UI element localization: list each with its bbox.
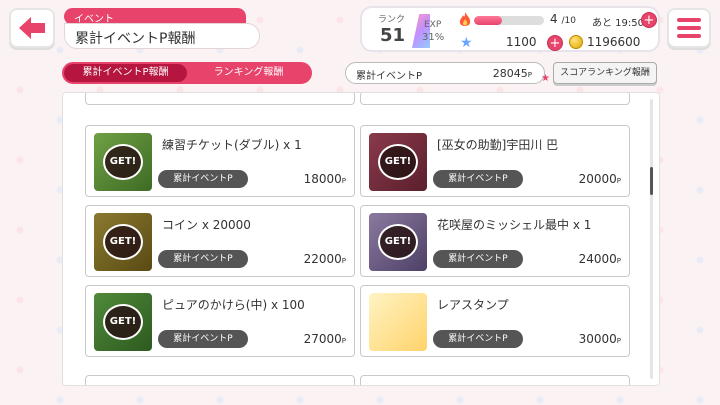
required-points: 22000P — [303, 252, 346, 266]
reward-name: コイン x 20000 — [162, 218, 251, 232]
stamina-current: 4 — [550, 12, 558, 26]
get-badge: GET! — [378, 224, 418, 260]
reward-card[interactable]: レアスタンプ 累計イベントP 30000P — [360, 285, 630, 357]
stamina-max: /10 — [561, 16, 576, 26]
rank-value: 51 — [380, 25, 406, 46]
exp-label: EXP — [424, 20, 442, 30]
stamina-fill — [474, 16, 502, 25]
player-status-panel: ランク 51 EXP 31% 4 /10 あと 19:50 + ★ 1100 +… — [360, 6, 660, 52]
list-item-partial — [85, 375, 355, 385]
coin-icon — [569, 35, 583, 49]
requirement-pill: 累計イベントP — [158, 250, 248, 268]
required-points: 18000P — [303, 172, 346, 186]
event-points-box: 累計イベントP 28045P ★ — [345, 62, 550, 84]
reward-card[interactable]: GET! [巫女の助勤]宇田川 巴 累計イベントP 20000P — [360, 125, 630, 197]
character-card-icon: GET! — [369, 133, 427, 191]
list-item-partial — [85, 93, 355, 105]
reward-tabs: 累計イベントP報酬 ランキング報酬 — [62, 62, 312, 84]
stamina-count: 4 /10 — [550, 12, 576, 26]
scroll-thumb[interactable] — [650, 167, 653, 195]
requirement-pill: 累計イベントP — [158, 330, 248, 348]
reward-name: [巫女の助勤]宇田川 巴 — [437, 138, 559, 152]
shard-icon: GET! — [94, 293, 152, 351]
requirement-pill: 累計イベントP — [433, 250, 523, 268]
page-title-box: イベント 累計イベントP報酬 — [64, 8, 260, 50]
coin-icon: GET! — [94, 213, 152, 271]
required-points: 30000P — [578, 332, 621, 346]
get-badge: GET! — [103, 224, 143, 260]
recovery-timer: あと 19:50 — [592, 18, 644, 29]
flame-icon — [459, 12, 471, 26]
menu-line — [677, 34, 701, 38]
required-points: 24000P — [578, 252, 621, 266]
star-count: 1100 — [506, 35, 537, 49]
requirement-pill: 累計イベントP — [433, 330, 523, 348]
page-title: 累計イベントP報酬 — [64, 23, 260, 49]
points-label: 累計イベントP — [356, 71, 423, 82]
star-icon: ★ — [541, 73, 550, 84]
reward-name: 練習チケット(ダブル) x 1 — [162, 138, 302, 152]
reward-card[interactable]: GET! 練習チケット(ダブル) x 1 累計イベントP 18000P — [85, 125, 355, 197]
tab-ranking[interactable]: ランキング報酬 — [187, 64, 310, 82]
stamp-icon — [369, 293, 427, 351]
exp-percent: 31% — [422, 32, 445, 43]
required-points: 27000P — [303, 332, 346, 346]
stamina-bar — [474, 16, 544, 25]
back-button[interactable] — [9, 8, 55, 48]
rank-label: ランク — [378, 15, 406, 25]
score-ranking-reward-button[interactable]: スコアランキング報酬 — [553, 62, 657, 84]
get-badge: GET! — [378, 144, 418, 180]
requirement-pill: 累計イベントP — [433, 170, 523, 188]
get-badge: GET! — [103, 304, 143, 340]
menu-button[interactable] — [667, 8, 711, 48]
reward-name: レアスタンプ — [437, 298, 509, 312]
scrollbar[interactable] — [650, 99, 653, 379]
required-points: 20000P — [578, 172, 621, 186]
reward-card[interactable]: GET! コイン x 20000 累計イベントP 22000P — [85, 205, 355, 277]
add-stamina-button[interactable]: + — [641, 12, 657, 28]
reward-name: 花咲屋のミッシェル最中 x 1 — [437, 218, 592, 232]
star-icon: ★ — [460, 35, 473, 51]
menu-line — [677, 26, 701, 30]
reward-name: ピュアのかけら(中) x 100 — [162, 298, 305, 312]
reward-card[interactable]: GET! ピュアのかけら(中) x 100 累計イベントP 27000P — [85, 285, 355, 357]
reward-list[interactable]: GET! 練習チケット(ダブル) x 1 累計イベントP 18000P GET!… — [62, 92, 660, 386]
requirement-pill: 累計イベントP — [158, 170, 248, 188]
tab-cumulative-points[interactable]: 累計イベントP報酬 — [64, 64, 187, 82]
coin-count: 1196600 — [587, 35, 641, 49]
sweets-icon: GET! — [369, 213, 427, 271]
menu-line — [677, 18, 701, 22]
list-item-partial — [360, 375, 630, 385]
list-item-partial — [360, 93, 630, 105]
points-value: 28045P — [492, 67, 532, 80]
ticket-icon: GET! — [94, 133, 152, 191]
reward-card[interactable]: GET! 花咲屋のミッシェル最中 x 1 累計イベントP 24000P — [360, 205, 630, 277]
arrow-left-icon — [19, 17, 45, 39]
add-stars-button[interactable]: + — [547, 35, 563, 51]
get-badge: GET! — [103, 144, 143, 180]
